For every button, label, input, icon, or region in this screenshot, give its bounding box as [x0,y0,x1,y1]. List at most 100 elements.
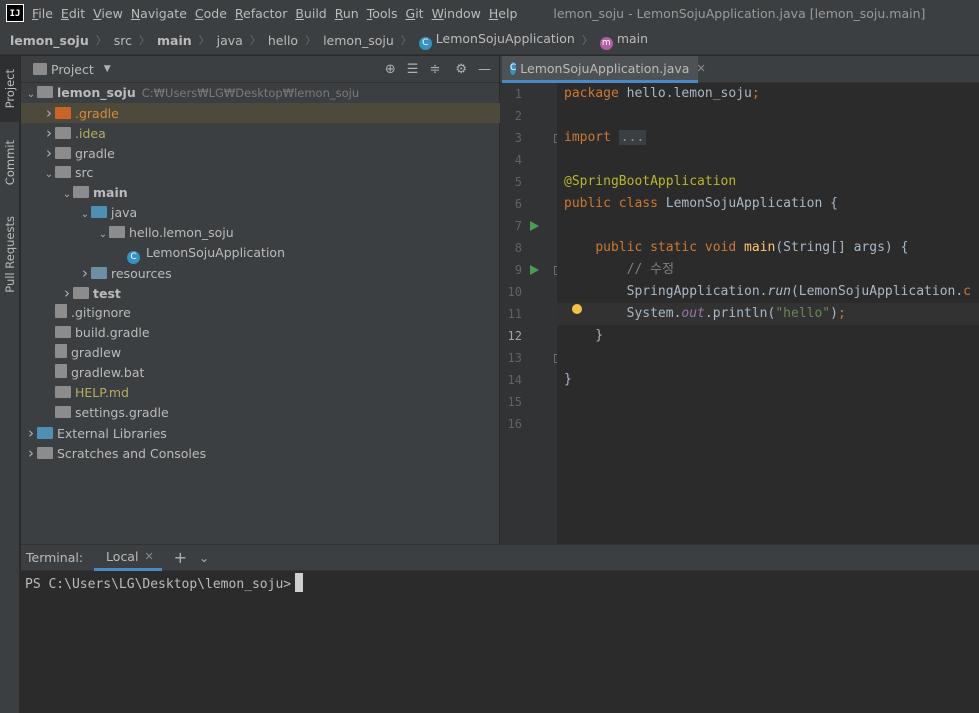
breadcrumb-item[interactable]: src [114,33,132,48]
folded-imports[interactable]: ... [618,130,647,145]
tree-item[interactable]: › .gradle [21,103,521,123]
breadcrumb-item[interactable]: lemon_soju [10,33,89,48]
tree-item-label: test [93,286,121,301]
chevron-right-icon[interactable]: › [61,283,73,303]
chevron-down-icon[interactable]: ⌄ [199,551,209,565]
class-icon: C [418,36,432,50]
locate-icon[interactable]: ⊕ [385,62,396,77]
tree-item-label: build.gradle [75,325,150,340]
terminal-header: Terminal: Local ✕ + ⌄ [21,544,979,571]
menu-help[interactable]: Help [489,6,524,21]
editor-tab[interactable]: C LemonSojuApplication.java ✕ [502,56,706,83]
chevron-down-icon[interactable]: ⌄ [61,185,73,205]
folder-icon [55,107,71,119]
folder-icon [73,287,89,299]
line-number: 14 [507,373,522,387]
menu-build[interactable]: Build [295,6,332,21]
chevron-right-icon[interactable]: › [43,103,55,123]
breadcrumb-item[interactable]: C LemonSojuApplication [418,31,575,50]
chevron-down-icon[interactable]: ⌄ [79,205,91,225]
menu-git[interactable]: Git [406,6,430,21]
terminal-tab-local[interactable]: Local ✕ [94,544,162,571]
tree-item-label: lemon_soju [57,85,136,100]
terminal-label: Terminal: [26,550,84,565]
tree-item[interactable]: ⌄ src [21,163,521,183]
chevron-right-icon[interactable]: › [25,423,37,443]
menu-navigate[interactable]: Navigate [131,6,193,21]
tool-tab-commit[interactable]: Commit [0,128,20,198]
menu-edit[interactable]: Edit [61,6,91,21]
tree-item[interactable]: HELP.md [21,383,521,403]
tree-item[interactable]: › test [21,283,539,303]
breadcrumb-item[interactable]: lemon_soju [323,33,394,48]
tree-item[interactable]: gradlew [21,343,521,363]
tree-item[interactable]: › External Libraries [21,423,503,443]
collapse-all-icon[interactable]: ≑ [429,62,440,77]
window-title: lemon_soju - LemonSojuApplication.java [… [553,5,926,21]
chevron-down-icon[interactable]: ⌄ [25,85,37,105]
tree-item[interactable]: ⌄ lemon_soju C:₩Users₩LG₩Desktop₩lemon_soj… [21,83,503,103]
menu-code[interactable]: Code [195,6,233,21]
expand-all-icon[interactable]: ☰ [407,62,419,77]
breadcrumb-item[interactable]: hello [268,33,298,48]
add-icon[interactable]: + [174,548,187,567]
line-number: 4 [514,153,522,167]
tree-item[interactable]: build.gradle [21,323,521,343]
tree-item[interactable]: ⌄ hello.lemon_soju [21,223,575,243]
chevron-down-icon[interactable]: ⌄ [43,165,55,185]
terminal-body[interactable]: PS C:\Users\LG\Desktop\lemon_soju> [21,571,979,713]
lightbulb-icon[interactable] [572,304,582,314]
run-gutter-icon[interactable] [530,221,539,231]
line-number: 8 [514,241,522,255]
code-line: public static void main(String[] args) { [595,240,909,255]
tree-item-label: External Libraries [57,426,167,441]
menu-tools[interactable]: Tools [367,6,404,21]
menu-window[interactable]: Window [432,6,487,21]
tree-item-label: .idea [75,126,106,141]
tree-item[interactable]: gradlew.bat [21,363,521,383]
project-root-path: C:₩Users₩LG₩Desktop₩lemon_soju [141,86,360,100]
breadcrumb-item[interactable]: java [217,33,243,48]
tree-item[interactable]: ⌄ main [21,183,539,203]
tree-item[interactable]: › gradle [21,143,521,163]
tree-item[interactable]: .gitignore [21,303,521,323]
chevron-right-icon[interactable]: › [25,443,37,463]
breadcrumb-separator-icon: 〉 [139,34,150,47]
breadcrumb-separator-icon: 〉 [305,34,317,47]
file-icon [55,304,67,318]
markdown-icon [55,386,71,398]
chevron-right-icon[interactable]: › [79,263,91,283]
line-number: 5 [514,175,522,189]
tree-item-label: hello.lemon_soju [129,225,234,240]
menu-file[interactable]: File [32,6,59,21]
tree-item[interactable]: › Scratches and Consoles [21,443,503,463]
tree-item[interactable]: ⌄ java [21,203,557,223]
chevron-right-icon[interactable]: › [43,123,55,143]
menu-run[interactable]: Run [335,6,365,21]
breadcrumb-separator-icon: 〉 [249,34,261,47]
menu-refactor[interactable]: Refactor [235,6,293,21]
tree-item[interactable]: › resources [21,263,557,283]
tree-item-label: settings.gradle [75,405,169,420]
gradle-icon [55,326,71,338]
caret-down-icon[interactable]: ▼ [104,64,111,74]
gear-icon[interactable]: ⚙ [455,62,467,77]
tree-item-label: src [75,165,94,180]
breadcrumb-item[interactable]: m main [599,31,648,50]
menu-view[interactable]: View [93,6,129,21]
terminal-prompt: PS C:\Users\LG\Desktop\lemon_soju> [25,577,292,592]
project-panel-title[interactable]: Project [51,62,94,77]
run-gutter-icon[interactable] [530,265,539,275]
project-icon [33,63,47,75]
tree-item[interactable]: › .idea [21,123,521,143]
close-icon[interactable]: ✕ [144,550,153,563]
breadcrumb-item[interactable]: main [157,33,192,48]
chevron-down-icon[interactable]: ⌄ [97,225,109,245]
minimize-icon[interactable]: — [478,62,491,77]
tool-tab-project[interactable]: Project [0,56,20,122]
chevron-right-icon[interactable]: › [43,143,55,163]
tree-item[interactable]: settings.gradle [21,403,521,423]
close-icon[interactable]: ✕ [696,62,705,75]
code-editor[interactable]: package hello.lemon_soju; import ... @Sp… [557,83,979,544]
tool-tab-pull-requests[interactable]: Pull Requests [0,206,20,302]
